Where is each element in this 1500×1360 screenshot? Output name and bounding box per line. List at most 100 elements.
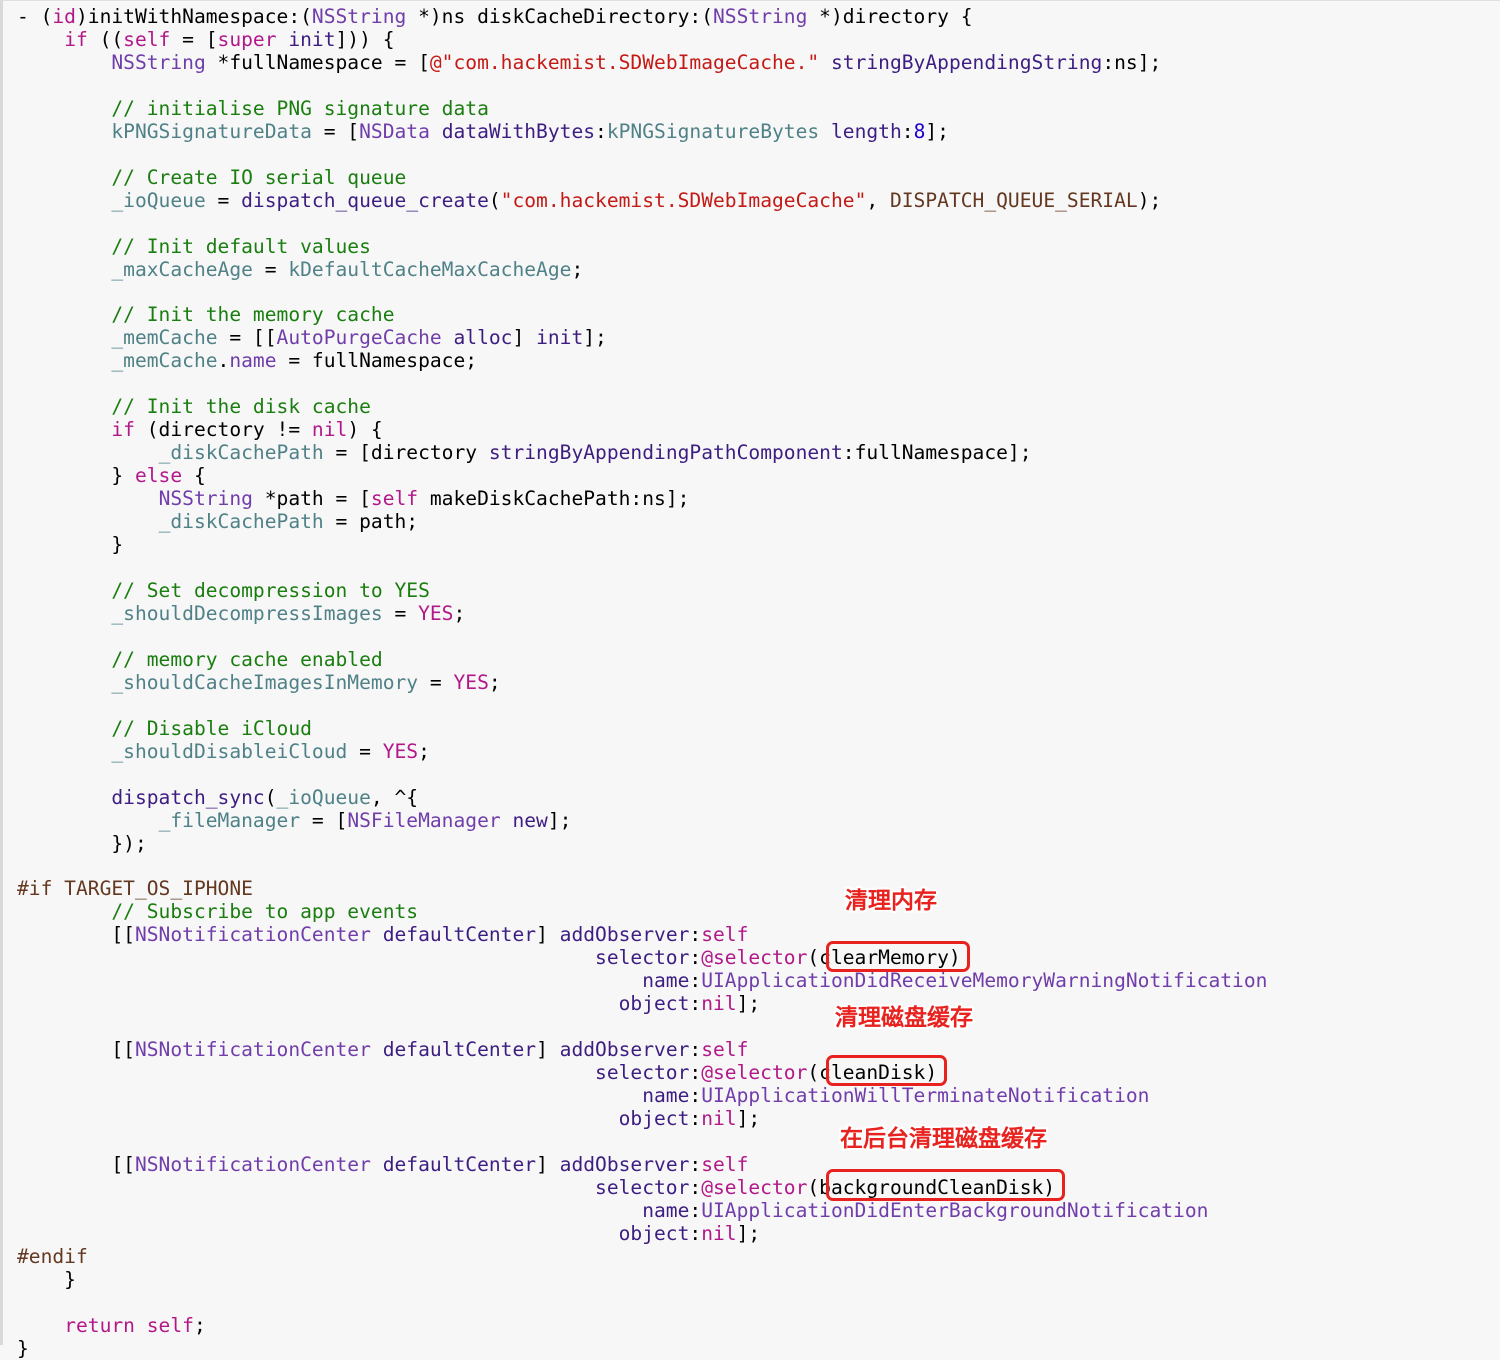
code-line: _maxCacheAge = kDefaultCacheMaxCacheAge; bbox=[17, 258, 583, 281]
code-token: super bbox=[217, 27, 277, 51]
code-token: ); bbox=[1137, 188, 1162, 212]
code-token: nil bbox=[701, 1221, 737, 1245]
code-token: dispatch_sync bbox=[111, 785, 265, 809]
code-line: // Disable iCloud bbox=[17, 717, 312, 740]
code-token: if bbox=[111, 418, 135, 442]
code-token: AutoPurgeCache bbox=[276, 326, 442, 350]
code-line: #endif bbox=[17, 1245, 88, 1268]
code-line: // memory cache enabled bbox=[17, 648, 382, 671]
code-token: = path; bbox=[323, 510, 419, 534]
code-token: NSData bbox=[359, 119, 430, 143]
code-token: ] bbox=[536, 923, 560, 947]
code-line: object:nil]; bbox=[17, 1107, 761, 1131]
code-token: return bbox=[64, 1313, 135, 1337]
code-editor[interactable]: - (id)initWithNamespace:(NSString *)ns d… bbox=[0, 0, 1500, 1360]
code-token: (( bbox=[87, 27, 124, 51]
code-token: : bbox=[689, 1038, 702, 1062]
code-token: } bbox=[17, 1336, 29, 1360]
highlight-box bbox=[826, 1169, 1065, 1201]
code-token: addObserver bbox=[559, 1038, 690, 1062]
code-token: init bbox=[536, 326, 584, 350]
code-token: ]; bbox=[736, 1221, 761, 1245]
code-token: // Create IO serial queue bbox=[111, 165, 407, 189]
code-token: object bbox=[618, 1221, 690, 1245]
code-token: selector bbox=[595, 1175, 690, 1199]
code-line: }); bbox=[17, 832, 146, 855]
code-line: [[NSNotificationCenter defaultCenter] ad… bbox=[17, 923, 748, 946]
code-token: _shouldDecompressImages bbox=[111, 601, 383, 625]
code-line: // initialise PNG signature data bbox=[17, 97, 489, 120]
code-token: : bbox=[689, 1221, 702, 1245]
code-token: UIApplicationWillTerminateNotification bbox=[701, 1084, 1150, 1108]
code-token: // Init default values bbox=[111, 234, 371, 258]
code-line: return self; bbox=[17, 1314, 206, 1337]
code-token: selector bbox=[595, 1061, 690, 1085]
code-line: _memCache = [[AutoPurgeCache alloc] init… bbox=[17, 326, 606, 350]
code-line: _fileManager = [NSFileManager new]; bbox=[17, 808, 572, 832]
code-token: . bbox=[217, 349, 230, 373]
code-token: self bbox=[701, 1153, 749, 1176]
code-line: // Subscribe to app events bbox=[17, 900, 418, 923]
code-token: , bbox=[866, 188, 890, 212]
code-line: _diskCachePath = path; bbox=[17, 510, 419, 534]
code-token: addObserver bbox=[559, 1153, 690, 1176]
code-token: // Subscribe to app events bbox=[111, 900, 419, 924]
code-line: object:nil]; bbox=[17, 1221, 761, 1245]
code-token: :fullNamespace]; bbox=[842, 441, 1032, 465]
code-token: ( bbox=[264, 785, 277, 809]
code-line: name:UIApplicationDidEnterBackgroundNoti… bbox=[17, 1199, 1208, 1222]
code-line: _shouldDecompressImages = YES; bbox=[17, 602, 465, 625]
code-token: // Set decompression to YES bbox=[111, 579, 430, 602]
code-line: // Init the disk cache bbox=[17, 395, 371, 418]
code-token: = [ bbox=[170, 27, 218, 51]
highlight-box bbox=[826, 1055, 947, 1086]
code-token: nil bbox=[701, 1107, 737, 1131]
code-line: // Create IO serial queue bbox=[17, 166, 406, 189]
code-line: _diskCachePath = [directory stringByAppe… bbox=[17, 441, 1032, 464]
code-token: *fullNamespace = [ bbox=[205, 50, 430, 74]
code-token: _diskCachePath bbox=[158, 510, 324, 534]
code-token: name bbox=[642, 1084, 690, 1108]
code-token: : bbox=[689, 1198, 702, 1222]
code-line: [[NSNotificationCenter defaultCenter] ad… bbox=[17, 1153, 748, 1176]
code-token: _shouldDisableiCloud bbox=[111, 739, 348, 763]
code-token: , ^{ bbox=[370, 785, 419, 809]
code-token: self bbox=[146, 1313, 194, 1337]
code-token: : bbox=[689, 1175, 702, 1199]
code-token: nil bbox=[701, 992, 737, 1016]
code-token: ; bbox=[571, 257, 584, 281]
code-token: kDefaultCacheMaxCacheAge bbox=[288, 257, 572, 281]
code-line: kPNGSignatureData = [NSData dataWithByte… bbox=[17, 120, 949, 143]
code-token: self bbox=[123, 27, 171, 51]
code-token: stringByAppendingString bbox=[830, 50, 1103, 74]
code-token: ] bbox=[536, 1038, 560, 1062]
code-token: NSNotificationCenter bbox=[134, 1153, 371, 1176]
code-token: new bbox=[512, 808, 548, 832]
code-token: ( bbox=[488, 188, 501, 212]
code-token: defaultCenter bbox=[382, 1153, 537, 1176]
code-line: if ((self = [super init])) { bbox=[17, 27, 394, 51]
